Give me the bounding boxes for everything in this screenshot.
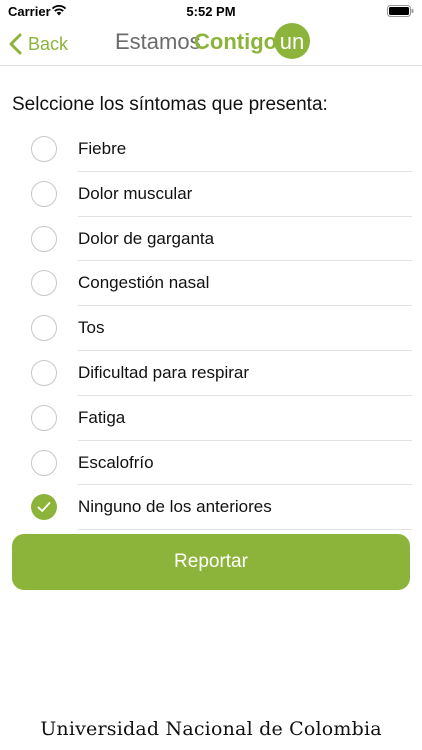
symptom-option[interactable]: Tos — [0, 306, 422, 351]
symptom-label: Ninguno de los anteriores — [78, 497, 272, 517]
logo-estamos-text: Estamos — [115, 29, 201, 54]
symptom-option[interactable]: Dolor muscular — [0, 172, 422, 217]
radio-unchecked[interactable] — [31, 270, 57, 297]
status-bar: Carrier 5:52 PM — [0, 0, 422, 22]
estamos-contigo-logo: Estamos Contigo un — [115, 23, 310, 59]
radio-unchecked[interactable] — [31, 180, 57, 207]
battery-icon — [387, 5, 414, 17]
navigation-bar: Back Estamos Contigo un — [0, 22, 422, 66]
question-title: Selccione los síntomas que presenta: — [12, 94, 328, 115]
footer-text: Universidad Nacional de Colombia — [40, 718, 382, 740]
logo-contigo-text: Contigo — [194, 29, 277, 54]
checkmark-icon — [37, 502, 51, 513]
radio-unchecked[interactable] — [31, 136, 57, 162]
symptom-label: Fiebre — [78, 139, 127, 158]
symptom-option[interactable]: Ninguno de los anteriores — [0, 485, 422, 531]
radio-unchecked[interactable] — [31, 359, 57, 386]
row-separator — [78, 529, 412, 531]
logo-un-text: un — [280, 29, 304, 54]
symptom-option[interactable]: Fiebre — [0, 127, 422, 172]
back-label: Back — [28, 33, 69, 54]
symptom-option[interactable]: Dolor de garganta — [0, 217, 422, 262]
symptom-label: Dolor muscular — [78, 183, 193, 203]
radio-unchecked[interactable] — [31, 449, 57, 476]
symptom-label: Dificultad para respirar — [78, 362, 250, 382]
radio-unchecked[interactable] — [31, 225, 57, 252]
radio-unchecked[interactable] — [31, 315, 57, 342]
back-button[interactable]: Back — [8, 30, 68, 58]
symptom-option[interactable]: Dificultad para respirar — [0, 351, 422, 396]
radio-checked[interactable] — [31, 494, 57, 521]
symptom-option[interactable]: Escalofrío — [0, 441, 422, 486]
report-button[interactable]: Reportar — [12, 534, 410, 590]
symptom-option[interactable]: Fatiga — [0, 396, 422, 441]
symptom-label: Tos — [78, 318, 105, 338]
symptom-list: Fiebre Dolor muscular Dolor de garganta Con… — [0, 127, 422, 531]
symptom-label: Congestión nasal — [78, 273, 210, 293]
symptom-label: Dolor de garganta — [78, 228, 215, 248]
symptom-label: Escalofrío — [78, 452, 154, 472]
symptom-option[interactable]: Congestión nasal — [0, 261, 422, 307]
radio-unchecked[interactable] — [31, 404, 57, 431]
status-time: 5:52 PM — [186, 4, 236, 19]
symptom-label: Fatiga — [78, 407, 126, 427]
chevron-left-icon — [9, 33, 22, 55]
